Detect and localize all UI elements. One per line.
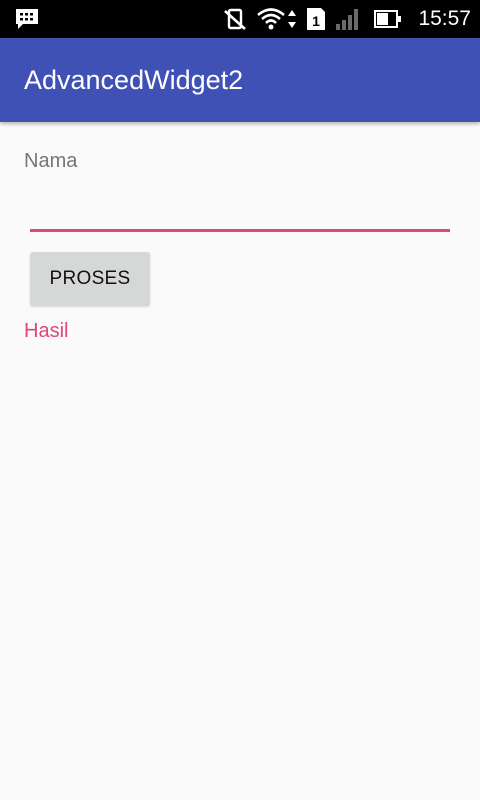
result-text: Hasil (24, 320, 69, 342)
name-label: Nama (24, 150, 78, 172)
sim-icon: 1 (305, 0, 327, 38)
status-bar: 1 15:57 (0, 0, 480, 38)
app-title: AdvancedWidget2 (24, 65, 244, 95)
signal-icon (334, 0, 360, 38)
sim-slot-number: 1 (312, 13, 320, 29)
name-input[interactable] (30, 186, 450, 232)
main-content: Nama PROSES Hasil (0, 122, 480, 800)
bbm-notification-icon (14, 0, 40, 38)
data-arrows-icon (287, 0, 297, 38)
battery-icon (373, 0, 403, 38)
proses-button[interactable]: PROSES (30, 252, 150, 306)
wifi-icon (256, 0, 286, 38)
vibrate-mute-icon (222, 0, 248, 38)
app-bar: AdvancedWidget2 (0, 38, 480, 122)
status-time: 15:57 (418, 7, 471, 30)
